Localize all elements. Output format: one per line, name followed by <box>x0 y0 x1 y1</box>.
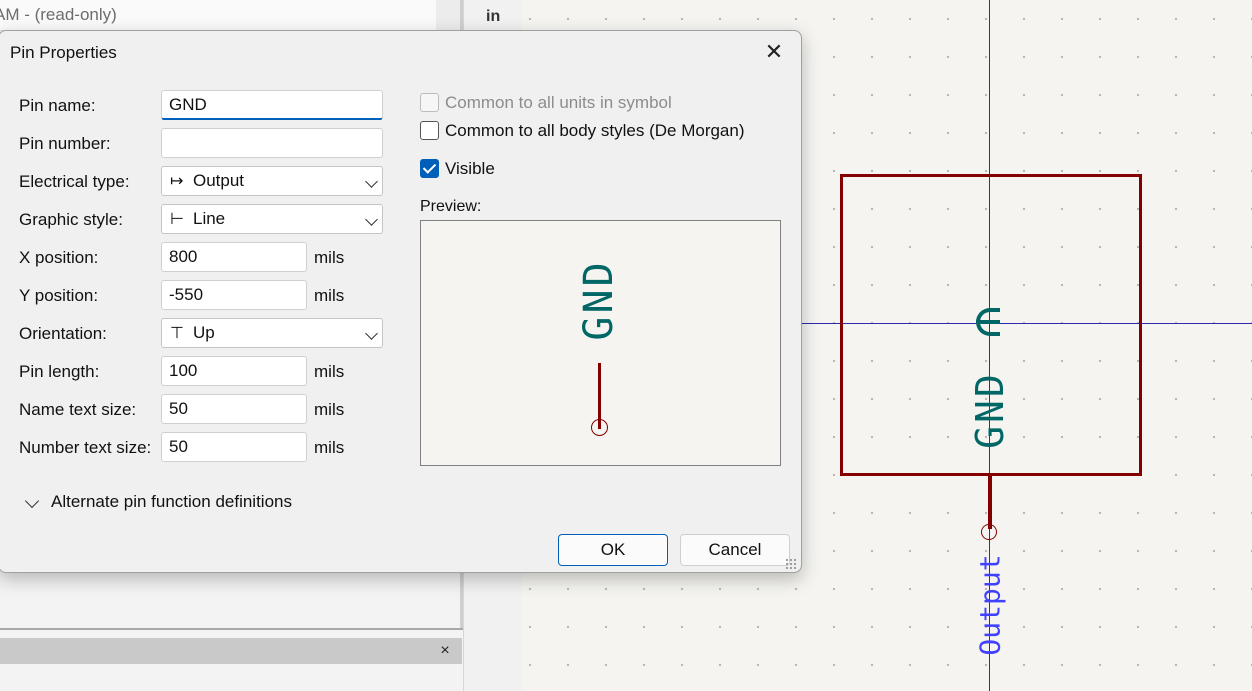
close-icon[interactable]: ✕ <box>759 37 789 67</box>
x-position-unit: mils <box>314 248 345 267</box>
cancel-button[interactable]: Cancel <box>680 534 790 566</box>
left-panel-scrollbar[interactable] <box>436 0 462 30</box>
close-icon[interactable]: × <box>436 642 454 660</box>
symbol-pin[interactable] <box>988 473 992 529</box>
number-text-size-unit: mils <box>314 438 345 457</box>
graphic-style-label: Graphic style: <box>19 210 123 229</box>
alternate-pin-functions-toggle[interactable]: Alternate pin function definitions <box>51 492 292 512</box>
preview-pin-name: GND <box>576 259 622 341</box>
pin-tool-button[interactable]: in <box>486 8 500 26</box>
dialog-title: Pin Properties <box>10 43 117 62</box>
common-units-label: Common to all units in symbol <box>445 93 672 112</box>
chevron-down-icon <box>365 175 378 188</box>
orientation-up-icon: ⊤ <box>170 323 184 342</box>
number-text-size-input[interactable]: 50 <box>161 432 307 462</box>
chevron-down-icon <box>365 213 378 226</box>
y-position-label: Y position: <box>19 286 99 305</box>
electrical-type-select[interactable]: ↦ Output <box>161 166 383 196</box>
pin-name-label: Pin name: <box>19 96 96 115</box>
bottom-panel-header <box>0 638 462 664</box>
name-text-size-label: Name text size: <box>19 400 137 419</box>
pin-length-unit: mils <box>314 362 345 381</box>
line-style-icon: ⊢ <box>170 209 184 228</box>
pin-length-input[interactable]: 100 <box>161 356 307 386</box>
common-units-checkbox[interactable] <box>420 93 439 112</box>
chevron-down-icon[interactable] <box>24 493 40 509</box>
number-text-size-label: Number text size: <box>19 438 152 457</box>
chevron-down-icon <box>365 327 378 340</box>
x-position-label: X position: <box>19 248 99 267</box>
pin-name-input[interactable]: GND <box>161 90 383 120</box>
pin-number-glyph-stroke <box>976 320 1000 324</box>
electrical-type-value: Output <box>193 171 245 190</box>
pin-endpoint-marker <box>981 524 997 540</box>
y-position-input[interactable]: -550 <box>161 280 307 310</box>
y-position-unit: mils <box>314 286 345 305</box>
orientation-value: Up <box>193 323 215 342</box>
orientation-label: Orientation: <box>19 324 107 343</box>
symbol-pin-name: GND <box>968 371 1012 449</box>
pin-preview: GND ut <box>420 220 781 466</box>
graphic-style-select[interactable]: ⊢ Line <box>161 204 383 234</box>
preview-label: Preview: <box>420 198 482 215</box>
output-pin-icon: ↦ <box>170 171 184 190</box>
symbol-pin-type: Output <box>973 554 1007 656</box>
orientation-select[interactable]: ⊤ Up <box>161 318 383 348</box>
preview-pin-endpoint <box>591 419 608 436</box>
name-text-size-input[interactable]: 50 <box>161 394 307 424</box>
visible-label: Visible <box>445 159 495 178</box>
bottom-panel <box>0 664 462 691</box>
ok-button[interactable]: OK <box>558 534 668 566</box>
pin-number-label: Pin number: <box>19 134 111 153</box>
name-text-size-unit: mils <box>314 400 345 419</box>
common-body-styles-label: Common to all body styles (De Morgan) <box>445 121 745 140</box>
visible-checkbox[interactable] <box>420 159 439 178</box>
x-position-input[interactable]: 800 <box>161 242 307 272</box>
pin-length-label: Pin length: <box>19 362 100 381</box>
pin-properties-dialog: Pin Properties ✕ Pin name: GND Pin numbe… <box>0 30 802 573</box>
resize-grip-icon[interactable] <box>785 558 797 570</box>
panel-separator <box>0 628 463 630</box>
pin-number-input[interactable] <box>161 128 383 158</box>
graphic-style-value: Line <box>193 209 226 228</box>
common-body-styles-checkbox[interactable] <box>420 121 439 140</box>
left-panel-title: AM - (read-only) <box>0 0 436 31</box>
electrical-type-label: Electrical type: <box>19 172 130 191</box>
